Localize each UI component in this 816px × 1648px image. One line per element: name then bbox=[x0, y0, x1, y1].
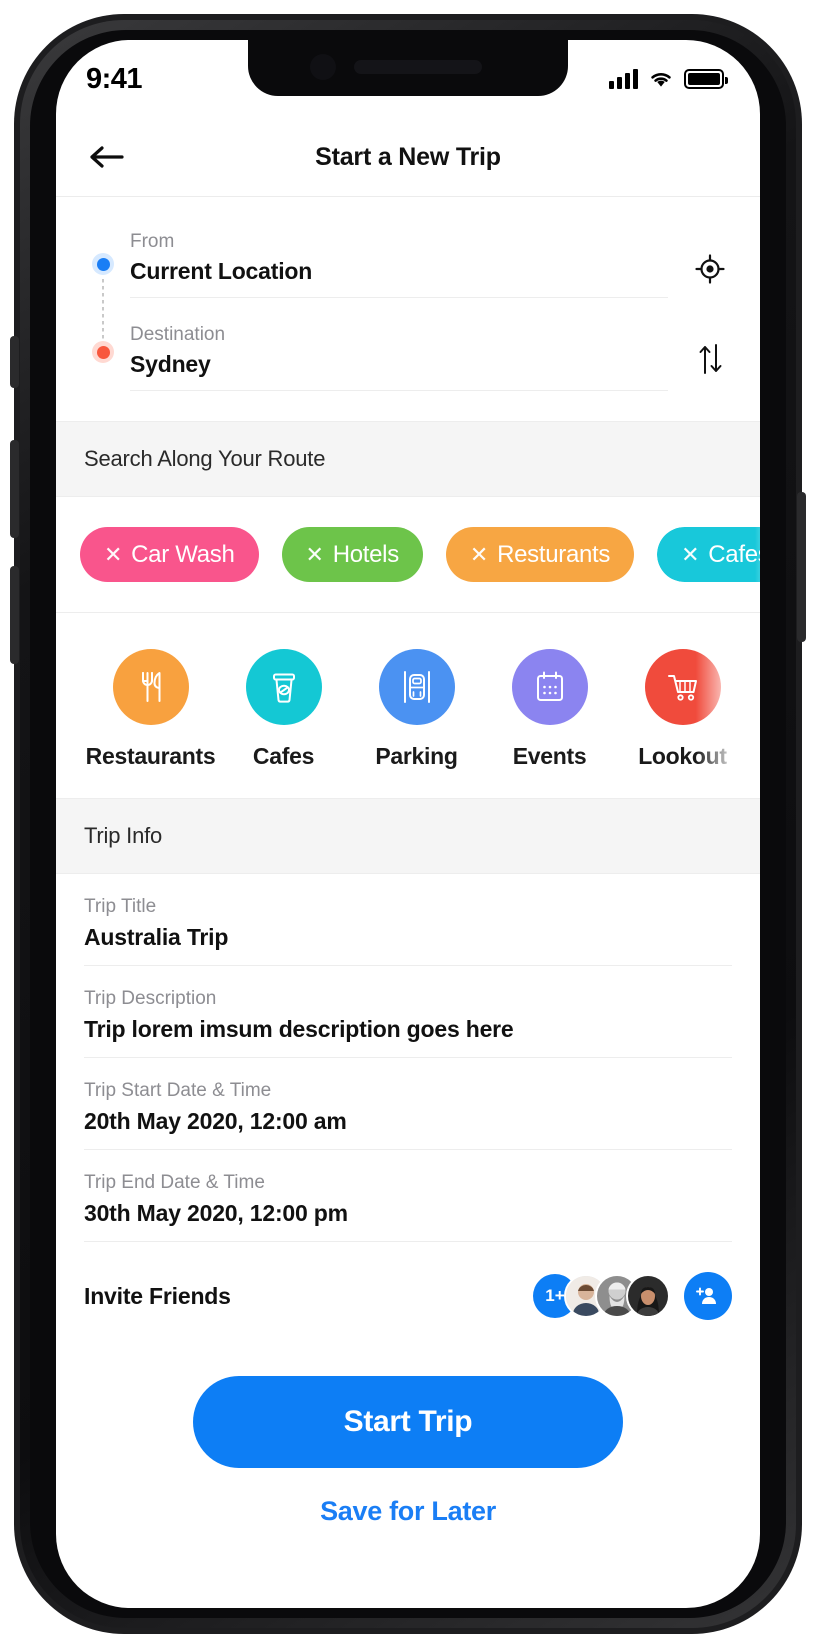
chip-label: Resturants bbox=[497, 540, 611, 568]
invite-friends-row: Invite Friends 1+ bbox=[56, 1242, 760, 1320]
destination-field[interactable]: Destination Sydney bbox=[130, 324, 668, 391]
destination-label: Destination bbox=[130, 324, 226, 345]
invite-friends-label: Invite Friends bbox=[84, 1282, 231, 1309]
field-value: Trip lorem imsum description goes here bbox=[84, 1016, 514, 1042]
field-label: Trip End Date & Time bbox=[84, 1172, 265, 1193]
search-section-header: Search Along Your Route bbox=[56, 421, 760, 497]
screenshot-stage: 9:41 Start a New Trip From Current Locat… bbox=[0, 0, 816, 1648]
close-icon[interactable]: ✕ bbox=[104, 543, 122, 566]
trip-info-list: Trip Title Australia Trip Trip Descripti… bbox=[56, 874, 760, 1242]
chip-label: Car Wash bbox=[131, 540, 235, 568]
power-button[interactable] bbox=[797, 492, 806, 642]
parking-car-icon bbox=[403, 671, 430, 703]
status-bar: 9:41 bbox=[56, 40, 760, 118]
cutlery-icon bbox=[141, 672, 160, 702]
trip-end-row[interactable]: Trip End Date & Time 30th May 2020, 12:0… bbox=[84, 1150, 732, 1242]
silent-switch[interactable] bbox=[10, 336, 19, 388]
calendar-icon bbox=[536, 671, 563, 701]
field-value: 20th May 2020, 12:00 am bbox=[84, 1108, 347, 1134]
field-value: 30th May 2020, 12:00 pm bbox=[84, 1200, 348, 1226]
navigation-bar: Start a New Trip bbox=[56, 118, 760, 196]
category-icon-circle bbox=[112, 649, 189, 725]
destination-value: Sydney bbox=[130, 351, 211, 377]
chip-cafes[interactable]: ✕ Cafes bbox=[657, 527, 760, 582]
category-lookout[interactable]: Lookout bbox=[616, 649, 749, 770]
category-icon-circle bbox=[378, 649, 455, 725]
battery-full-icon bbox=[684, 69, 728, 89]
route-dotted-line bbox=[102, 279, 104, 341]
category-cafes[interactable]: Cafes bbox=[217, 649, 350, 770]
chip-car-wash[interactable]: ✕ Car Wash bbox=[80, 527, 259, 582]
route-rail bbox=[84, 231, 130, 391]
swap-vertical-icon bbox=[699, 344, 722, 374]
chip-hotels[interactable]: ✕ Hotels bbox=[281, 527, 423, 582]
save-for-later-button[interactable]: Save for Later bbox=[320, 1496, 496, 1527]
avatar[interactable] bbox=[626, 1274, 670, 1318]
route-selector: From Current Location Destination Sydney bbox=[56, 197, 760, 421]
field-label: Trip Description bbox=[84, 988, 217, 1009]
category-label: Lookout bbox=[638, 743, 727, 769]
category-restaurants[interactable]: Restaurants bbox=[84, 649, 217, 770]
category-label: Events bbox=[512, 743, 587, 769]
trip-description-row[interactable]: Trip Description Trip lorem imsum descri… bbox=[84, 966, 732, 1058]
category-events[interactable]: Events bbox=[483, 649, 616, 770]
trip-title-row[interactable]: Trip Title Australia Trip bbox=[84, 874, 732, 966]
category-label: Restaurants bbox=[85, 743, 216, 769]
route-fields: From Current Location Destination Sydney bbox=[130, 231, 668, 391]
from-value: Current Location bbox=[130, 258, 313, 284]
route-actions bbox=[668, 231, 732, 391]
status-time: 9:41 bbox=[86, 62, 143, 95]
category-icon-circle bbox=[245, 649, 322, 725]
page-title: Start a New Trip bbox=[315, 142, 501, 171]
shopping-cart-icon bbox=[667, 675, 697, 701]
use-current-location-button[interactable] bbox=[690, 249, 730, 289]
avatar-stack[interactable]: 1+ bbox=[533, 1274, 670, 1318]
from-label: From bbox=[130, 231, 175, 252]
close-icon[interactable]: ✕ bbox=[306, 543, 324, 566]
footer-actions: Start Trip Save for Later bbox=[56, 1320, 760, 1527]
cellular-signal-icon bbox=[609, 69, 638, 89]
category-label: Cafes bbox=[252, 743, 315, 769]
category-label: Parking bbox=[375, 743, 458, 769]
swap-locations-button[interactable] bbox=[690, 339, 730, 379]
destination-dot bbox=[92, 341, 114, 363]
coffee-cup-icon bbox=[272, 673, 295, 703]
start-trip-button[interactable]: Start Trip bbox=[193, 1376, 623, 1468]
add-friend-button[interactable] bbox=[684, 1272, 732, 1320]
trip-info-header: Trip Info bbox=[56, 798, 760, 874]
current-location-icon bbox=[695, 254, 725, 284]
avatar-photo-3 bbox=[628, 1276, 668, 1316]
filter-chips: ✕ Car Wash ✕ Hotels ✕ Resturants ✕ Cafes bbox=[80, 527, 760, 582]
field-label: Trip Start Date & Time bbox=[84, 1080, 272, 1101]
category-icon-circle bbox=[644, 649, 721, 725]
field-label: Trip Title bbox=[84, 896, 157, 917]
category-list: Restaurants Cafes Parking Events Lookout bbox=[56, 649, 760, 770]
field-value: Australia Trip bbox=[84, 924, 229, 950]
trip-start-row[interactable]: Trip Start Date & Time 20th May 2020, 12… bbox=[84, 1058, 732, 1150]
category-icon-circle bbox=[511, 649, 588, 725]
close-icon[interactable]: ✕ bbox=[681, 543, 699, 566]
status-indicators bbox=[609, 69, 728, 89]
filter-chips-scroller[interactable]: ✕ Car Wash ✕ Hotels ✕ Resturants ✕ Cafes bbox=[56, 497, 760, 612]
origin-dot bbox=[92, 253, 114, 275]
category-scroller[interactable]: Restaurants Cafes Parking Events Lookout bbox=[56, 612, 760, 798]
volume-up-button[interactable] bbox=[10, 440, 19, 538]
add-person-icon bbox=[696, 1287, 716, 1304]
phone-screen: 9:41 Start a New Trip From Current Locat… bbox=[56, 40, 760, 1608]
chip-label: Cafes bbox=[708, 540, 760, 568]
chip-label: Hotels bbox=[332, 540, 400, 568]
from-field[interactable]: From Current Location bbox=[130, 231, 668, 298]
wifi-icon bbox=[651, 73, 671, 87]
close-icon[interactable]: ✕ bbox=[470, 543, 488, 566]
chip-resturants[interactable]: ✕ Resturants bbox=[445, 527, 635, 582]
invite-friends-controls: 1+ bbox=[533, 1272, 732, 1320]
category-parking[interactable]: Parking bbox=[350, 649, 483, 770]
volume-down-button[interactable] bbox=[10, 566, 19, 664]
